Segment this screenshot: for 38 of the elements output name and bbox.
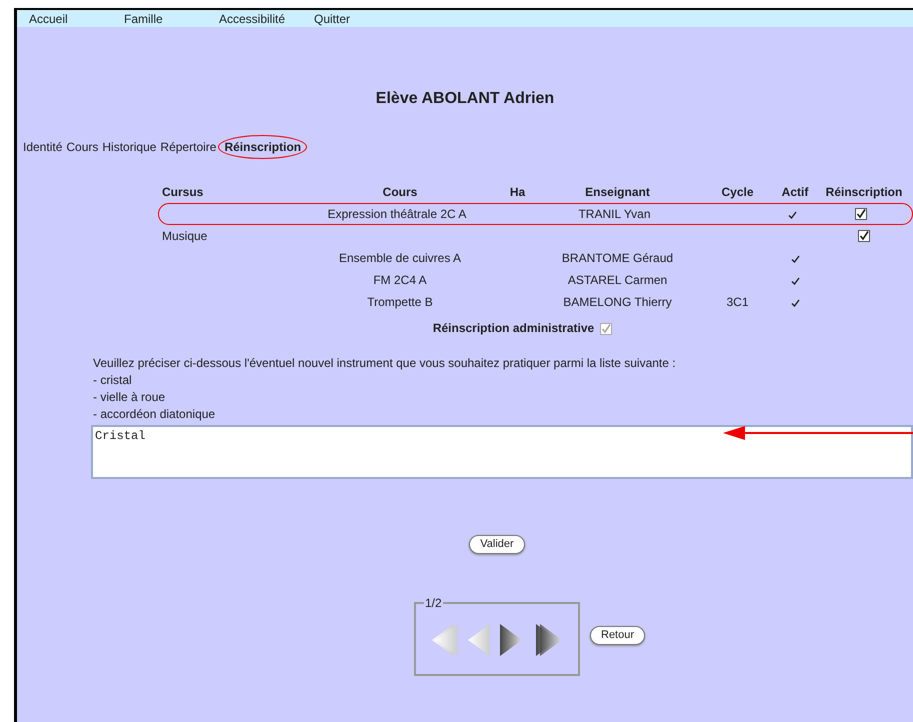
table-cell: 3C1 (726, 295, 748, 309)
checkbox[interactable] (858, 230, 870, 242)
table-cell: Ensemble de cuivres A (338, 251, 462, 265)
tab[interactable]: Historique (100, 138, 158, 156)
menu-item[interactable]: Accueil (29, 10, 124, 28)
submit-button[interactable]: Valider (469, 535, 525, 554)
tab[interactable]: Identité (21, 138, 64, 156)
instruction-text: Veuillez préciser ci-dessous l'éventuel nouvel instrument que vous souhaitez pratiquer parmi la liste suivante : (93, 355, 677, 372)
table-cell: BRANTOME Géraud (562, 251, 674, 265)
column-header: Cours (382, 185, 418, 199)
table-cell: Trompette B (367, 295, 433, 309)
page-counter: 1/2 (424, 595, 443, 612)
column-header: Ha (510, 185, 526, 199)
column-header: Cycle (721, 185, 754, 199)
table-cell: Expression théâtrale 2C A (328, 207, 466, 221)
answer-box[interactable]: Cristal (91, 425, 913, 479)
menu-item[interactable]: Quitter (314, 10, 409, 28)
instruction-text: - vielle à roue (93, 389, 166, 406)
menu-item[interactable]: Accessibilité (219, 10, 314, 28)
column-header: Cursus (162, 185, 204, 199)
instruction-text: - accordéon diatonique (93, 406, 216, 423)
column-header: Enseignant (585, 185, 650, 199)
menu-item[interactable]: Famille (124, 10, 219, 28)
column-header: Actif (782, 185, 808, 199)
tab[interactable]: Répertoire (158, 138, 218, 156)
table-cell: FM 2C4 A (373, 273, 427, 287)
instruction-text: - cristal (93, 372, 133, 389)
back-button[interactable]: Retour (590, 626, 646, 644)
tab[interactable]: Réinscription (218, 135, 308, 159)
checkbox-label: Réinscription administrative (432, 320, 594, 337)
column-header: Réinscription (826, 185, 902, 199)
table-cell: Musique (162, 229, 208, 243)
checkbox[interactable] (855, 208, 867, 220)
table-cell: ASTAREL Carmen (568, 273, 668, 287)
table-cell: TRANIL Yvan (578, 207, 651, 221)
tab[interactable]: Cours (64, 138, 100, 156)
table-cell: BAMELONG Thierry (563, 295, 672, 309)
page-title: Elève ABOLANT Adrien (376, 90, 554, 107)
